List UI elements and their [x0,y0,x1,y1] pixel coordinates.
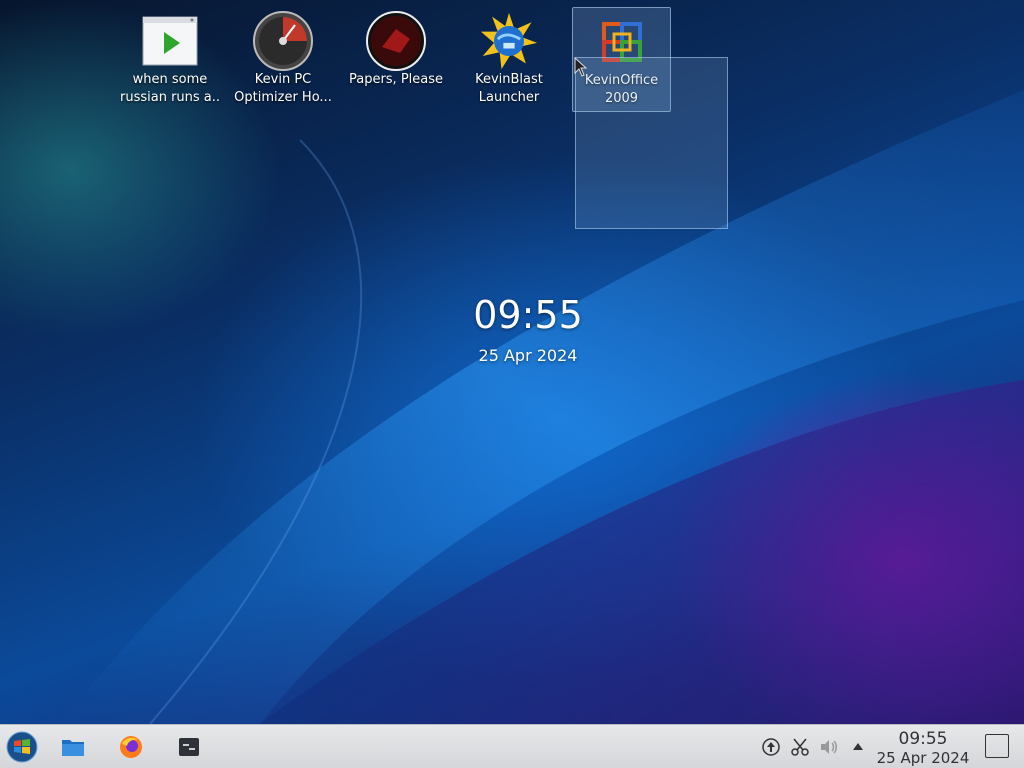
firefox-button[interactable] [115,731,147,763]
start-button[interactable] [5,730,39,764]
clipboard-tray-button[interactable] [790,737,810,757]
globe-sun-icon [479,11,539,71]
taskbar: 09:55 25 Apr 2024 [0,724,1024,768]
desktop-icon-video[interactable]: when some russian runs a... [120,6,220,112]
icon-label-line1: Papers, Please [348,72,444,87]
clock-date: 25 Apr 2024 [478,346,578,365]
icon-label-line2: Optimizer Ho... [234,90,332,105]
volume-tray-button[interactable] [819,737,839,757]
speaker-icon [821,740,837,754]
scissors-icon [791,738,809,756]
firefox-icon [120,736,142,758]
icon-label-line2: Launcher [478,90,540,105]
update-arrow-icon [762,738,780,756]
start-orb-icon [6,731,38,763]
taskbar-clock[interactable]: 09:55 25 Apr 2024 [870,729,976,767]
taskbar-clock-date: 25 Apr 2024 [876,749,970,767]
terminal-button[interactable] [173,731,205,763]
clock-time: 09:55 [473,293,583,337]
taskbar-clock-time: 09:55 [898,729,948,749]
video-player-icon [140,11,200,71]
file-manager-button[interactable] [57,731,89,763]
tray-expand-button[interactable] [848,737,868,757]
mouse-cursor-icon [574,57,588,77]
desktop[interactable]: when some russian runs a... Kevin PC Opt… [0,0,1024,724]
desktop-icon-kevinblast[interactable]: KevinBlast Launcher [459,6,559,112]
icon-label-line2: russian runs a... [120,90,220,105]
update-tray-button[interactable] [761,737,781,757]
desktop-icon-papers-please[interactable]: Papers, Please [346,6,446,112]
show-desktop-button[interactable] [985,734,1009,758]
folder-icon [62,740,84,756]
speedometer-icon [253,11,313,71]
terminal-icon [179,738,199,756]
icon-label-line1: when some [132,72,208,87]
digital-clock-widget: 09:55 25 Apr 2024 [428,292,628,365]
icon-label-line1: Kevin PC [254,72,312,87]
papers-please-seal-icon [366,11,426,71]
icon-label-line1: KevinBlast [475,72,543,87]
rubber-band-selection [575,57,728,229]
arrow-up-icon [853,743,863,750]
desktop-icon-pc-optimizer[interactable]: Kevin PC Optimizer Ho... [233,6,333,112]
